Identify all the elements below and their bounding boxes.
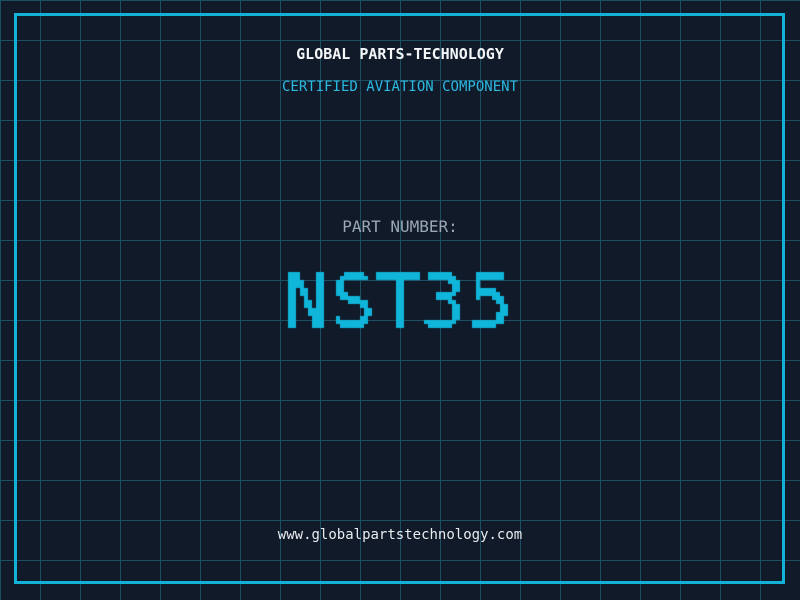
certification-subtitle: CERTIFIED AVIATION COMPONENT — [281, 79, 518, 95]
part-number-value — [284, 256, 516, 360]
company-title: GLOBAL PARTS-TECHNOLOGY — [296, 45, 504, 63]
part-number-label: PART NUMBER: — [342, 217, 458, 236]
website-url: www.globalpartstechnology.com — [277, 527, 523, 543]
part-certificate-screen: GLOBAL PARTS-TECHNOLOGY CERTIFIED AVIATI… — [0, 0, 800, 600]
